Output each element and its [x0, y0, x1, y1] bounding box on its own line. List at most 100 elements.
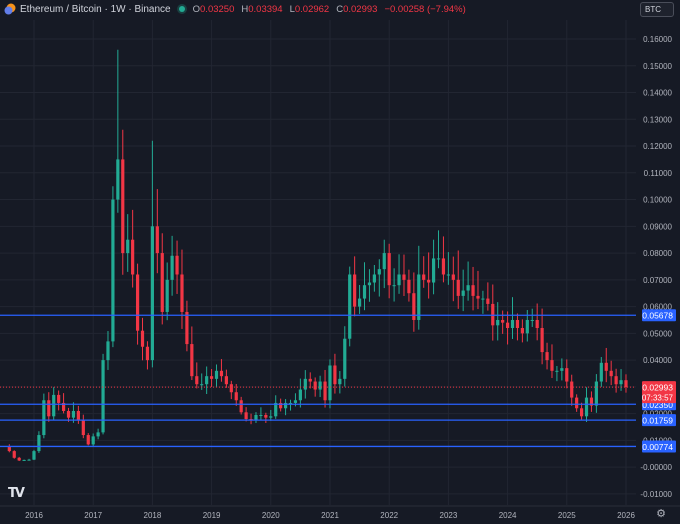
candle-body [338, 378, 342, 385]
candle-body [550, 360, 554, 371]
candle-body [165, 279, 169, 312]
x-tick-label: 2017 [84, 511, 102, 520]
price-chart[interactable]: 0.16000 0.15000 0.14000 0.13000 0.12000 0.110… [0, 0, 680, 524]
change-value: −0.00258 (−7.94%) [384, 3, 466, 15]
y-tick-label: 0.15000 [643, 62, 672, 71]
candle-body [501, 319, 505, 323]
candle-body [96, 432, 100, 437]
candle-body [427, 279, 431, 283]
candle-body [234, 392, 238, 401]
candle-body [264, 414, 268, 418]
candle-body [219, 370, 224, 377]
candle-body [17, 457, 21, 461]
candle-body [357, 298, 362, 307]
candle-body [407, 279, 411, 294]
current-price-label: 0.02993 [642, 383, 673, 393]
candle-body [214, 370, 219, 379]
candle-body [303, 378, 307, 390]
candle-body [619, 380, 623, 385]
candle-body [170, 255, 174, 280]
candle-body [185, 311, 189, 345]
legend: Ethereum / Bitcoin · 1W · Binance O0.032… [4, 3, 469, 15]
candle-body [66, 410, 71, 418]
candle-body [160, 253, 164, 312]
low-value: 0.02962 [294, 3, 330, 15]
x-tick-label: 2018 [144, 511, 162, 520]
x-tick-label: 2021 [321, 511, 339, 520]
candle-body [412, 293, 416, 320]
candle-body [540, 328, 544, 353]
candle-body [392, 285, 396, 287]
candle-body [145, 346, 150, 361]
candle-body [155, 226, 159, 254]
candle-body [451, 274, 455, 280]
candle-body [140, 330, 145, 347]
candle-body [195, 376, 199, 385]
candle-body [510, 319, 515, 329]
candle-body [333, 365, 337, 385]
tradingview-logo-icon[interactable]: TV [8, 486, 25, 501]
candle-body [135, 274, 140, 331]
candle-body [318, 381, 322, 390]
candle-body [22, 459, 26, 461]
candle-body [348, 274, 352, 339]
candle-body [441, 258, 446, 275]
candle-body [200, 384, 204, 386]
candle-body [12, 451, 16, 458]
y-tick-label: -0.00000 [640, 463, 672, 472]
close-value: 0.02993 [343, 3, 378, 15]
x-tick-label: 2019 [203, 511, 221, 520]
candle-body [32, 451, 36, 460]
candle-body [387, 253, 391, 286]
candle-body [190, 344, 194, 377]
candle-body [106, 341, 110, 361]
candle-body [431, 258, 436, 283]
candle-body [446, 274, 450, 276]
candle-body [239, 400, 243, 413]
candle-body [209, 376, 214, 379]
candle-body [461, 290, 465, 296]
candle-body [555, 370, 559, 372]
settings-gear-icon[interactable]: ⚙ [656, 507, 666, 520]
y-tick-label: 0.11000 [644, 169, 673, 178]
y-tick-label: 0.07000 [643, 276, 672, 285]
candle-body [609, 370, 613, 377]
candle-body [367, 282, 372, 286]
y-tick-label: 0.12000 [643, 142, 672, 151]
candle-body [496, 319, 500, 326]
candle-body [116, 159, 120, 200]
candle-body [293, 400, 298, 403]
candle-body [229, 384, 233, 393]
candle-body [76, 410, 80, 421]
symbol-title[interactable]: Ethereum / Bitcoin · 1W · Binance [20, 4, 171, 15]
candle-body [175, 255, 179, 275]
y-tick-label: 0.10000 [643, 196, 672, 205]
candle-body [584, 397, 589, 417]
candle-body [624, 380, 628, 388]
candle-body [353, 274, 357, 307]
candle-body [298, 389, 302, 401]
currency-button[interactable]: BTC [640, 2, 674, 17]
candle-body [81, 420, 85, 436]
y-tick-label: 0.13000 [643, 115, 672, 124]
candle-body [101, 360, 105, 433]
candle-body [397, 274, 401, 286]
candle-body [131, 239, 135, 275]
candle-body [560, 368, 564, 371]
bar-countdown-label: 07:33:57 [642, 394, 674, 403]
level-price-label: 0.05678 [642, 311, 673, 321]
candle-body [545, 352, 549, 361]
candle-body [520, 328, 524, 334]
candle-body [42, 400, 46, 436]
candle-body [372, 274, 376, 283]
candle-body [244, 412, 248, 419]
y-tick-label: 0.04000 [643, 356, 672, 365]
candle-body [486, 298, 490, 304]
candle-body [180, 274, 184, 312]
candle-body [466, 285, 470, 291]
eth-btc-logo-icon [4, 3, 16, 15]
y-tick-label: 0.14000 [643, 89, 672, 98]
candle-body [57, 394, 61, 403]
candle-body [614, 376, 618, 385]
candle-body [343, 338, 347, 379]
